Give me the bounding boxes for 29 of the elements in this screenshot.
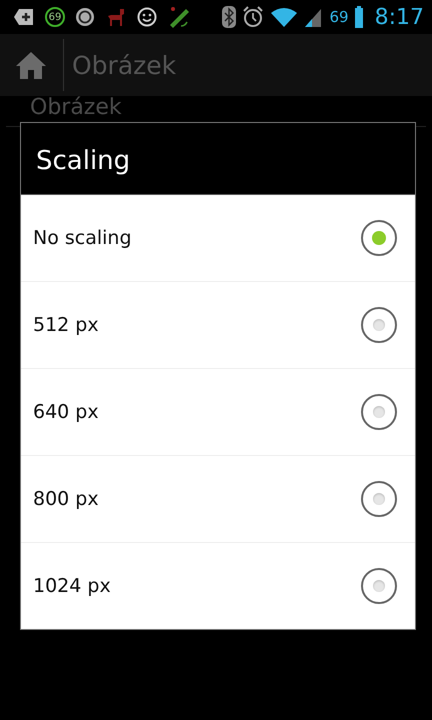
smiley-icon <box>137 7 157 27</box>
option-label: 800 px <box>33 488 99 510</box>
radio-button[interactable] <box>361 481 397 517</box>
section-heading: Obrázek <box>30 96 122 120</box>
sync-icon <box>75 7 95 27</box>
option-row[interactable]: 800 px <box>21 456 415 543</box>
wifi-icon <box>270 6 298 28</box>
option-label: 1024 px <box>33 575 111 597</box>
counter-badge: 69 <box>45 7 65 27</box>
battery-percent: 69 <box>330 8 349 26</box>
animal-icon <box>105 7 127 27</box>
option-row[interactable]: 640 px <box>21 369 415 456</box>
option-label: 512 px <box>33 314 99 336</box>
radio-button[interactable] <box>361 568 397 604</box>
radio-button[interactable] <box>361 394 397 430</box>
screen-title: Obrázek <box>72 50 176 80</box>
radio-button[interactable] <box>361 220 397 256</box>
option-label: No scaling <box>33 227 132 249</box>
option-row[interactable]: No scaling <box>21 195 415 282</box>
radio-button[interactable] <box>361 307 397 343</box>
option-label: 640 px <box>33 401 99 423</box>
plus-icon <box>13 8 35 26</box>
clock: 8:17 <box>374 4 424 30</box>
option-row[interactable]: 512 px <box>21 282 415 369</box>
home-icon[interactable] <box>15 50 47 80</box>
battery-icon <box>354 6 363 28</box>
option-row[interactable]: 1024 px <box>21 543 415 629</box>
bluetooth-icon <box>222 6 236 28</box>
alarm-icon <box>242 6 264 28</box>
